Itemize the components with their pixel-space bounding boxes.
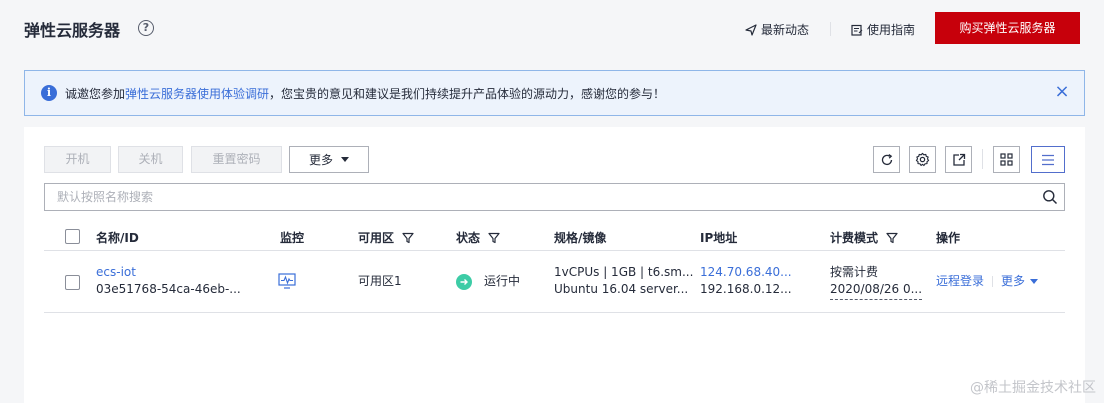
col-ip-label: IP地址 — [700, 231, 738, 245]
news-label: 最新动态 — [761, 23, 810, 37]
instance-name-cell: ecs-iot 03e51768-54ca-46eb-... — [96, 264, 241, 298]
monitor-cell — [278, 273, 296, 294]
guide-link[interactable]: 使用指南 — [851, 21, 915, 38]
col-monitor-label: 监控 — [280, 231, 305, 245]
created-time: 2020/08/26 0... — [830, 281, 923, 300]
help-icon[interactable]: ? — [138, 20, 154, 36]
ops-cell: 远程登录 更多 — [936, 273, 1039, 290]
more-dropdown[interactable]: 更多 — [289, 146, 369, 173]
notice-text: 诚邀您参加弹性云服务器使用体验调研，您宝贵的意见和建议是我们持续提升产品体验的源… — [65, 85, 665, 102]
col-az: 可用区 — [358, 229, 414, 246]
row-checkbox[interactable] — [65, 275, 80, 290]
col-az-label: 可用区 — [358, 231, 395, 245]
billing-cell: 按需计费 2020/08/26 0... — [830, 264, 923, 300]
status-cell: 运行中 — [456, 273, 520, 290]
col-billing-label: 计费模式 — [830, 231, 879, 245]
col-spec-label: 规格/镜像 — [554, 231, 607, 245]
col-ip: IP地址 — [700, 229, 737, 246]
col-status-label: 状态 — [456, 231, 481, 245]
image-text: Ubuntu 16.04 server... — [554, 282, 689, 296]
instance-name-link[interactable]: ecs-iot — [96, 264, 241, 281]
public-ip-link[interactable]: 124.70.68.40... — [700, 264, 792, 281]
survey-notice: i 诚邀您参加弹性云服务器使用体验调研，您宝贵的意见和建议是我们持续提升产品体验… — [24, 70, 1085, 116]
buy-ecs-button[interactable]: 购买弹性云服务器 — [935, 12, 1080, 44]
remote-login-link[interactable]: 远程登录 — [936, 274, 984, 288]
notice-prefix: 诚邀您参加 — [65, 86, 126, 101]
survey-link[interactable]: 弹性云服务器使用体验调研 — [125, 87, 269, 101]
notice-suffix: ，您宝贵的意见和建议是我们持续提升产品体验的源动力，感谢您的参与！ — [269, 86, 666, 101]
watermark: @稀土掘金技术社区 — [970, 380, 1096, 396]
filter-icon[interactable] — [886, 232, 898, 244]
instance-table: 名称/ID 监控 可用区 状态 规格/镜像 IP地址 计费模式 操作 ecs-i… — [44, 223, 1065, 313]
guide-icon — [851, 24, 863, 36]
refresh-icon — [881, 153, 892, 165]
az-cell: 可用区1 — [358, 274, 402, 288]
page-title: 弹性云服务器 — [24, 21, 121, 40]
search-icon[interactable] — [1042, 189, 1058, 205]
search-box — [44, 183, 1065, 211]
col-ops: 操作 — [936, 229, 960, 246]
row-more-link[interactable]: 更多 — [1001, 274, 1025, 288]
col-name: 名称/ID — [96, 229, 139, 246]
news-link[interactable]: 最新动态 — [745, 21, 809, 38]
grid-view-button[interactable] — [993, 146, 1020, 173]
export-icon — [952, 153, 965, 166]
toolbar-divider — [982, 149, 983, 169]
settings-button[interactable] — [909, 146, 936, 173]
instance-panel: 开机 关机 重置密码 更多 默认按照名称搜索 名称/ID 监控 可用区 状态 规… — [24, 127, 1085, 403]
select-all-checkbox[interactable] — [65, 229, 80, 244]
chevron-down-icon[interactable] — [1030, 279, 1039, 284]
table-header: 名称/ID 监控 可用区 状态 规格/镜像 IP地址 计费模式 操作 — [44, 223, 1065, 251]
running-status-icon — [456, 273, 472, 290]
spec-cell: 1vCPUs | 1GB | t6.sm... Ubuntu 16.04 ser… — [554, 264, 693, 298]
list-view-button[interactable] — [1031, 146, 1065, 173]
info-icon: i — [41, 85, 57, 101]
start-button[interactable]: 开机 — [44, 146, 111, 173]
more-label: 更多 — [308, 153, 333, 167]
filter-icon[interactable] — [488, 232, 500, 244]
stop-button[interactable]: 关机 — [118, 146, 183, 173]
reset-password-button[interactable]: 重置密码 — [191, 146, 282, 173]
table-row: ecs-iot 03e51768-54ca-46eb-... 可用区1 运行中 … — [44, 251, 1065, 313]
instance-id: 03e51768-54ca-46eb-... — [96, 282, 241, 296]
col-spec: 规格/镜像 — [554, 229, 606, 246]
grid-view-icon — [1000, 153, 1013, 166]
chevron-down-icon — [341, 157, 349, 162]
list-view-icon — [1042, 154, 1054, 165]
header-divider — [830, 22, 831, 36]
ops-divider — [992, 276, 994, 287]
col-billing: 计费模式 — [830, 229, 898, 246]
guide-label: 使用指南 — [867, 23, 916, 37]
status-label: 运行中 — [484, 274, 521, 288]
close-icon[interactable]: × — [1054, 83, 1070, 101]
monitor-icon[interactable] — [278, 273, 296, 289]
send-icon — [745, 23, 757, 36]
export-button[interactable] — [945, 146, 972, 173]
ip-cell: 124.70.68.40... 192.168.0.12... — [700, 264, 792, 298]
col-ops-label: 操作 — [936, 231, 961, 245]
header-bar: 弹性云服务器 ? 最新动态 使用指南 购买弹性云服务器 — [0, 0, 1104, 60]
col-monitor: 监控 — [280, 229, 304, 246]
settings-icon — [915, 152, 930, 167]
col-status: 状态 — [456, 229, 500, 246]
filter-icon[interactable] — [402, 232, 414, 244]
spec-text: 1vCPUs | 1GB | t6.sm... — [554, 265, 694, 279]
search-input[interactable] — [45, 184, 1030, 210]
col-name-label: 名称/ID — [96, 231, 139, 245]
billing-mode: 按需计费 — [830, 265, 879, 279]
refresh-button[interactable] — [873, 146, 900, 173]
private-ip: 192.168.0.12... — [700, 282, 792, 296]
